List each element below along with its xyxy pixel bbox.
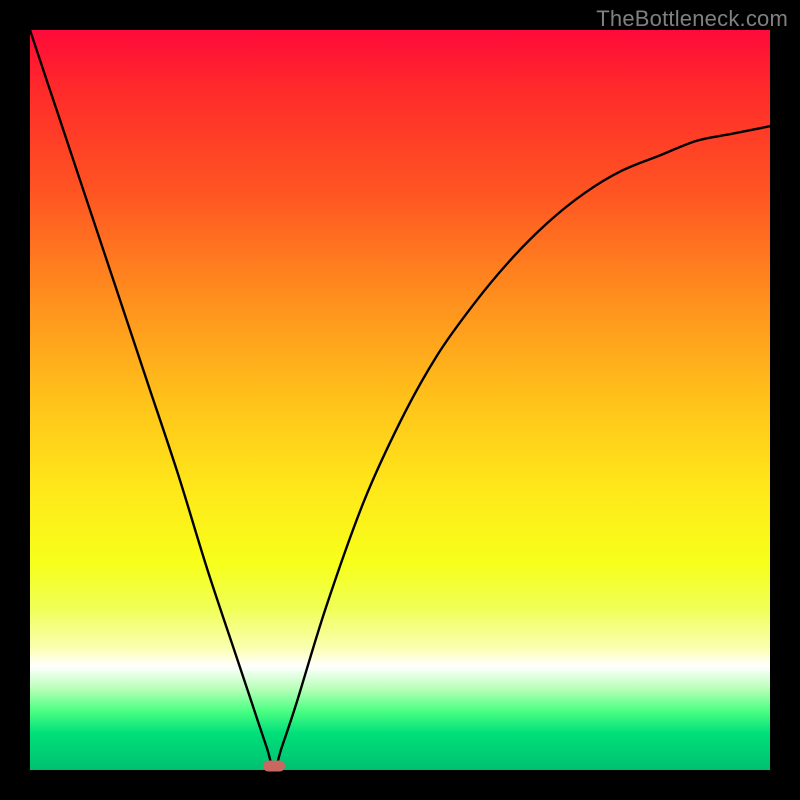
chart-plot-area: [30, 30, 770, 770]
bottleneck-curve: [30, 30, 770, 770]
optimal-point-marker: [263, 761, 285, 772]
watermark-text: TheBottleneck.com: [596, 6, 788, 32]
